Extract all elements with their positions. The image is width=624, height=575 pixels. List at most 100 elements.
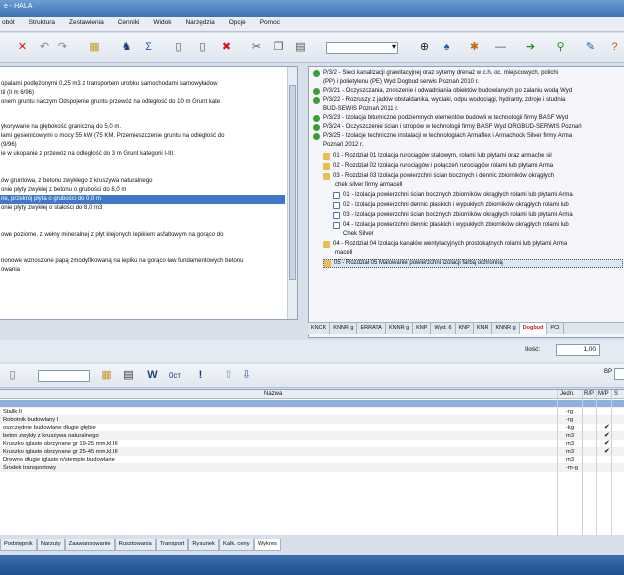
tab-pci[interactable]: PCI [547,323,564,334]
tab-knp[interactable]: KNP [413,323,432,334]
table-row[interactable]: Stalik II -rg [0,408,624,416]
menu-item-narzedzia[interactable]: Narzędzia [185,19,214,29]
search-icon[interactable]: ♠ [440,41,453,54]
tab-knnr-g[interactable]: KNNR g [330,323,358,334]
sum-icon[interactable]: Σ [142,41,155,54]
column-header-rp[interactable]: R/P [584,391,594,397]
undo-icon[interactable]: ↶ [38,41,51,54]
tab-knck[interactable]: KNCK [308,323,331,334]
tab-rusztowania[interactable]: Rusztowania [114,539,156,551]
zoom-icon[interactable]: 0ст [164,369,186,382]
tab-podstepnik[interactable]: Podstępnik [0,539,37,551]
table-row[interactable]: beton zwykły z kruszywa naturalnego m3 ✔ [0,432,624,440]
column-header-mp[interactable]: M/P [598,391,609,397]
down-arrow-icon[interactable]: ⇩ [240,369,253,382]
quantity-input[interactable]: 1,00 [556,344,600,356]
scrollbar-thumb[interactable] [289,85,296,280]
up-arrow-icon[interactable]: ⇧ [222,369,235,382]
table-row[interactable]: oszczędnie budowlane długie głębie -kg ✔ [0,424,624,432]
table-row[interactable]: Środek transportowy -m-g [0,464,624,472]
tree-item[interactable]: P/3/24 - Oczyszczenie ścian i stropów w … [313,123,582,132]
menu-item-struktura[interactable]: Struktura [29,19,55,29]
menu-item-widok[interactable]: Widok [153,19,171,29]
calculator-icon[interactable]: ▦ [100,369,113,382]
tab-knp-2[interactable]: KNP [456,323,474,334]
table-row[interactable] [0,400,624,408]
menu-item-roboty[interactable]: obót [2,19,15,29]
copy-page-icon[interactable]: ▯ [196,41,209,54]
tree-icon[interactable]: ▦ [88,41,101,54]
tab-knnr-g-3[interactable]: KNNR g [492,323,520,334]
tree-item[interactable]: Chek Silver [343,230,374,239]
tree-item[interactable]: 01 - Izolacja powierzchni ścian bocznych… [333,191,573,200]
vertical-scrollbar[interactable] [287,67,297,319]
table-row[interactable]: Drewno długie iglaste n/stemple budowlan… [0,456,624,464]
tree-item[interactable]: 02 - Rozdział 02 Izolacja rurociągów i p… [323,162,553,171]
tree-item[interactable]: 03 - Rozdział 03 Izolacja powierzchni śc… [323,172,554,181]
tab-narzuty[interactable]: Narzuty [36,539,65,551]
tree-item[interactable]: 02 - Izolacja powierzchni dennic płaskic… [333,201,569,210]
add-icon[interactable]: ➔ [524,41,537,54]
menu-item-opcje[interactable]: Opcje [229,19,246,29]
column-header-s[interactable]: S [614,391,618,397]
help-icon[interactable]: ? [608,41,621,54]
copy-icon[interactable]: ❐ [272,41,285,54]
tab-knr[interactable]: KNR [474,323,493,334]
tree-item[interactable]: 01 - Rozdział 01 Izolacja rurociągów sta… [323,152,552,161]
exclamation-icon[interactable]: ! [194,369,207,382]
tab-errata[interactable]: ERRATA [357,323,386,334]
tree-item-selected[interactable]: 05 - Rozdział 05 Malowanie powierzchni i… [323,259,623,268]
tree-item[interactable]: macell [335,249,352,258]
tree-item[interactable]: 03 - Izolacja powierzchni ścian bocznych… [333,211,573,220]
column-header-name[interactable]: Nazwa [264,391,282,397]
tree-item[interactable]: 04 - Izolacja powierzchni dennic płaskic… [333,221,569,230]
tree-item[interactable]: P/3/22 - Rozruszy z jadów obstaldanika, … [313,96,565,105]
table-row[interactable]: Kruszko iglaste obrzynane gr 19-25 mm,kl… [0,440,624,448]
redo-icon[interactable]: ↷ [56,41,69,54]
tree-item[interactable]: 04 - Rozdział 04 Izolacja kanałów wentyl… [323,240,567,249]
tree-item[interactable]: P/3/2 - Sieci kanalizacji grawitacyjnej … [313,69,558,78]
delete-icon[interactable]: ✖ [220,41,233,54]
tab-wykres[interactable]: Wykres [253,539,281,551]
tab-knnr-g-2[interactable]: KNNR g [386,323,414,334]
resource-filter-input[interactable] [38,370,90,382]
tab-kalk-ceny[interactable]: Kalk. ceny [218,539,254,551]
catalog-tree-panel[interactable]: P/3/2 - Sieci kanalizacji grawitacyjnej … [308,66,624,338]
menu-item-zestawienia[interactable]: Zestawienia [69,19,104,29]
paste-icon[interactable]: ♞ [120,41,133,54]
binoculars-icon[interactable]: ⊕ [418,41,431,54]
text-line-selected[interactable]: ne, przekrój płyta o grubości do 0,0 m [0,195,285,204]
print-icon[interactable]: ▤ [122,369,135,382]
minus-icon[interactable]: — [494,41,507,54]
edit-icon[interactable]: ✎ [584,41,597,54]
tools-icon[interactable]: ✱ [468,41,481,54]
toolbar-combo[interactable] [326,42,398,54]
paste-icon[interactable]: ▯ [6,369,19,382]
tab-zaawansowanie[interactable]: Zaawansowanie [64,539,115,551]
new-page-icon[interactable]: ▯ [172,41,185,54]
w-icon[interactable]: W [146,369,159,382]
column-header-unit[interactable]: Jedn. [560,391,575,397]
tab-wyd6[interactable]: Wyd. 6 [431,323,456,334]
tree-item[interactable]: P/3/25 - Izolacje techniczne instalacji … [313,132,572,141]
resources-toolbar: ▯ ▦ ▤ W 0ст ! ⇧ ⇩ BP [0,364,624,388]
table-row[interactable]: Robotnik budowlany I -rg [0,416,624,424]
branch-icon[interactable]: ⚲ [554,41,567,54]
menu-item-pomoc[interactable]: Pomoc [260,19,280,29]
tree-item[interactable]: P/3/23 - Izolacja bitumiczne podziemnych… [313,114,568,123]
tree-item[interactable]: chek silver firmy armacell [335,181,402,190]
tree-item[interactable]: P/3/21 - Oczyszczania, znoszenie i odwad… [313,87,572,96]
description-panel[interactable]: opalami podlężonymi 0,25 m3 z transporte… [0,66,298,320]
tab-dogbud[interactable]: Dogbud [519,323,548,334]
undo-icon[interactable]: ✕ [16,41,29,54]
tab-rysunek[interactable]: Rysunek [188,539,219,551]
tree-item[interactable]: (PP) i polietylenu (PE) Wyd Dogbud serwi… [323,78,479,87]
bp-input[interactable] [614,368,624,380]
paste-icon[interactable]: ▤ [294,41,307,54]
menu-item-cenniki[interactable]: Cenniki [118,19,140,29]
tree-item[interactable]: Poznań 2012 r. [323,141,363,150]
tree-item[interactable]: BUD-SEWIS Poznań 2011 r. [323,105,399,114]
table-row[interactable]: Kruszko iglaste obrzynane gr 25-45 mm,kl… [0,448,624,456]
tab-transport[interactable]: Transport [155,539,189,551]
cut-icon[interactable]: ✂ [250,41,263,54]
